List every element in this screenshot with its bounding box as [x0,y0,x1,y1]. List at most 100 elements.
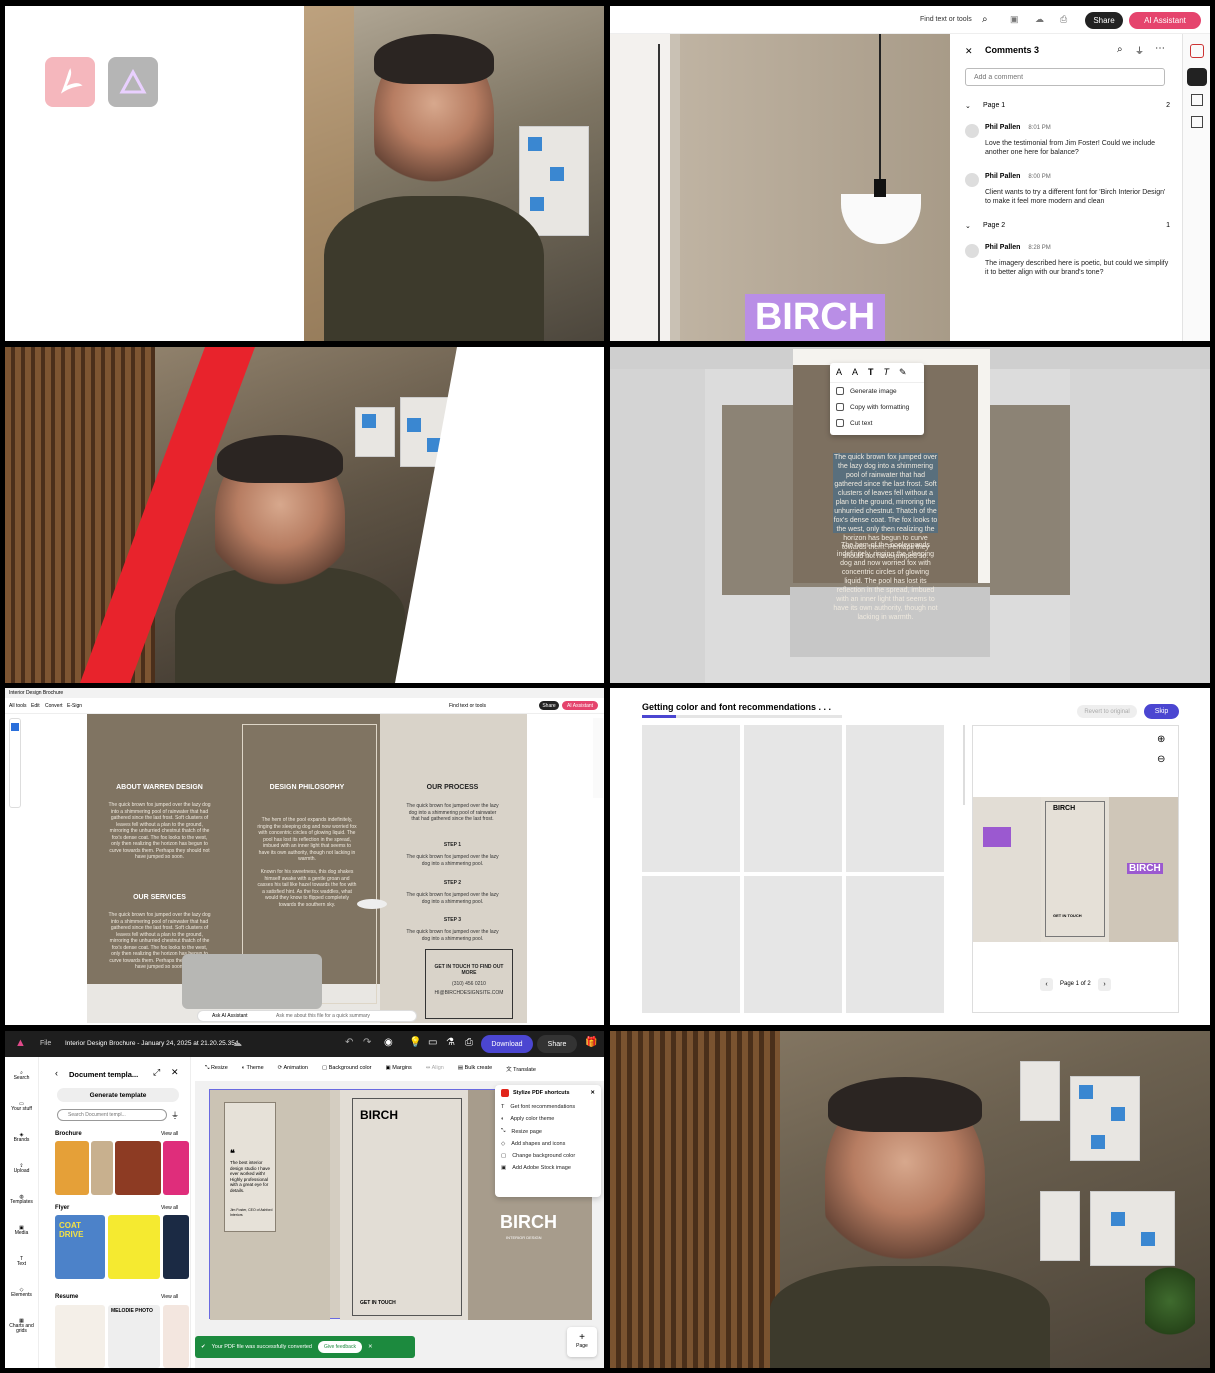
template-thumb[interactable] [163,1305,189,1368]
express-logo-icon[interactable]: ▲ [15,1037,26,1049]
give-feedback-button[interactable]: Give feedback [317,1341,362,1353]
resize-tool[interactable]: ⤡ Resize [205,1065,228,1073]
rail-upload[interactable]: ⇪ Upload [5,1164,38,1195]
theme-tool[interactable]: ◐ Theme [242,1065,264,1073]
cut-text-menu-item[interactable]: Cut text [830,415,924,431]
lightbulb-icon[interactable]: 💡 [409,1037,421,1048]
filter-icon[interactable]: ⏚ [171,1110,179,1121]
rail-templates[interactable]: ◍ Templates [5,1195,38,1226]
prev-page-button[interactable]: ‹ [1040,978,1053,991]
revert-button[interactable]: Revert to original [1077,705,1137,718]
search-templates-input[interactable] [57,1109,167,1121]
bulk-create-tool[interactable]: ▤ Bulk create [458,1065,492,1073]
add-comment-input[interactable] [965,68,1165,86]
gift-icon[interactable]: 🎁 [585,1037,597,1048]
shortcut-item[interactable]: ◐ Apply color theme [495,1113,601,1125]
animation-tool[interactable]: ⟳ Animation [278,1065,308,1073]
zoom-in-icon[interactable]: ⊕ [1157,734,1165,745]
rail-text[interactable]: T Text [5,1257,38,1288]
add-page-button[interactable]: + Page [567,1327,597,1357]
margins-tool[interactable]: ▣ Margins [386,1065,412,1073]
template-thumb[interactable] [91,1141,113,1195]
font-icon[interactable]: A [852,367,858,378]
rail-elements[interactable]: ◇ Elements [5,1288,38,1319]
print-icon[interactable]: ⎙ [465,1037,473,1048]
share-button[interactable]: Share [539,701,559,710]
doc-title[interactable]: Interior Design Brochure - January 24, 2… [65,1040,238,1047]
generate-image-menu-item[interactable]: Generate image [830,383,924,399]
comment-tool-icon[interactable] [1187,68,1207,86]
share-button[interactable]: Share [537,1035,577,1053]
pages-icon[interactable] [1191,116,1203,128]
chevron-down-icon[interactable]: ⌄ [965,102,983,110]
view-all-link[interactable]: View all [161,1205,178,1211]
align-tool[interactable]: ⇹ Align [426,1065,444,1073]
close-icon[interactable]: ✕ [171,1067,179,1078]
paragraph-2[interactable]: The hem of the poolexpands indefinitely,… [833,541,938,622]
copy-format-menu-item[interactable]: Copy with formatting [830,399,924,415]
share-button[interactable]: Share [1085,12,1123,29]
download-button[interactable]: Download [481,1035,533,1053]
rail-media[interactable]: ▣ Media [5,1226,38,1257]
close-icon[interactable]: ✕ [965,46,973,57]
generate-template-button[interactable]: Generate template [57,1088,179,1102]
view-all-link[interactable]: View all [161,1294,178,1300]
search-comments-icon[interactable]: ⌕ [1117,44,1123,55]
convert-menu[interactable]: Convert [45,703,63,709]
ai-assistant-button[interactable]: AI Assistant [562,701,598,710]
view-all-link[interactable]: View all [161,1131,178,1137]
rail-your-stuff[interactable]: ▭ Your stuff [5,1102,38,1133]
italic-icon[interactable]: T [884,367,890,378]
template-thumb[interactable] [163,1141,189,1195]
shortcut-item[interactable]: ◇ Add shapes and icons [495,1138,601,1150]
template-thumb[interactable] [115,1141,161,1195]
upload-icon[interactable]: ☁ [1035,14,1044,25]
comment-item[interactable]: Phil Pallen 8:28 PM The imagery describe… [965,244,1170,277]
chevron-down-icon[interactable]: ⌄ [965,222,983,230]
redo-icon[interactable]: ↷ [363,1037,371,1048]
template-thumb[interactable]: COAT DRIVE [55,1215,105,1279]
select-tool-icon[interactable] [11,723,19,731]
shortcut-item[interactable]: ⤡ Resize page [495,1125,601,1138]
filter-icon[interactable]: ⏚ [1135,44,1144,57]
print-icon[interactable]: ⎙ [1060,14,1067,25]
esign-menu[interactable]: E-Sign [67,703,82,709]
ai-icon[interactable] [1190,44,1204,58]
template-thumb[interactable]: MELODIE PHOTO [108,1305,160,1368]
rail-charts[interactable]: ▦ Charts and grids [5,1319,38,1350]
bookmark-icon[interactable] [1191,94,1203,106]
zoom-out-icon[interactable]: ⊖ [1157,754,1165,765]
template-thumb[interactable] [55,1141,89,1195]
bold-icon[interactable]: T [868,367,874,378]
user-icon[interactable]: ◉ [384,1037,393,1048]
ask-ai-bar[interactable]: Ask AI Assistant Ask me about this file … [197,1010,417,1022]
rail-search[interactable]: ⌕ Search [5,1071,38,1102]
back-icon[interactable]: ‹ [55,1068,58,1078]
browser-tab[interactable]: Interior Design Brochure [5,688,604,698]
comment-item[interactable]: Phil Pallen 8:01 PM Love the testimonial… [965,124,1170,157]
shortcut-item[interactable]: ▣ Add Adobe Stock image [495,1162,601,1174]
shortcut-item[interactable]: T Get font recommendations [495,1101,601,1113]
edit-menu[interactable]: Edit [31,703,40,709]
pen-icon[interactable]: ✎ [899,367,907,378]
comment-item[interactable]: Phil Pallen 8:00 PM Client wants to try … [965,173,1170,206]
skip-button[interactable]: Skip [1144,704,1179,719]
expand-icon[interactable]: ⤢ [153,1067,160,1078]
ai-assistant-button[interactable]: AI Assistant [1129,12,1201,29]
background-color-tool[interactable]: ▢ Background color [322,1065,372,1073]
find-tools-label[interactable]: Find text or tools [920,16,972,23]
more-icon[interactable]: ⋯ [1155,43,1165,54]
undo-icon[interactable]: ↶ [345,1037,353,1048]
birch-cover-title[interactable]: BIRCH [500,1212,557,1233]
shortcut-item[interactable]: ▢ Change background color [495,1150,601,1162]
search-icon[interactable]: ⌕ [982,14,988,25]
close-toast-icon[interactable]: ✕ [368,1344,373,1350]
save-icon[interactable]: ▣ [1010,14,1019,25]
find-tools-label[interactable]: Find text or tools [449,703,486,709]
file-menu[interactable]: File [40,1040,51,1047]
comment-icon[interactable]: ▭ [428,1037,437,1048]
template-thumb[interactable] [108,1215,160,1279]
brochure-title[interactable]: BIRCH [360,1108,398,1122]
next-page-button[interactable]: › [1098,978,1111,991]
all-tools-menu[interactable]: All tools [9,703,27,709]
